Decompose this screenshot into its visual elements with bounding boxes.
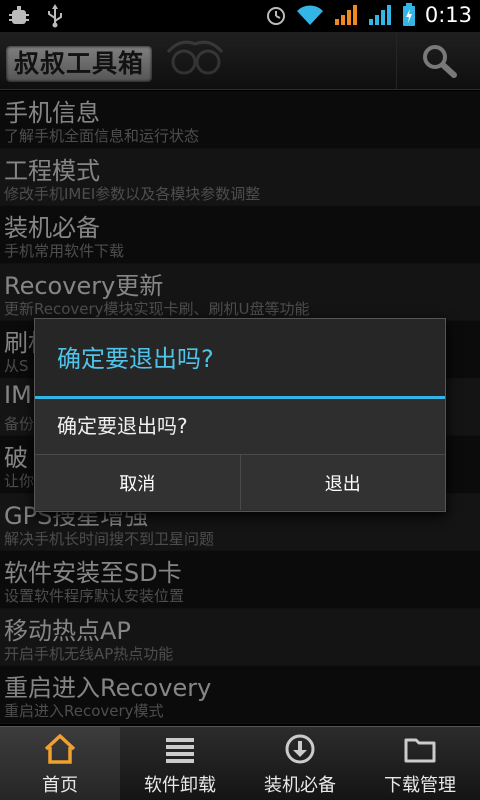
alarm-icon: [266, 7, 285, 25]
tab-label: 软件卸载: [144, 775, 216, 796]
tab-label: 装机必备: [264, 775, 336, 796]
home-icon: [44, 734, 76, 764]
list-icon: [166, 738, 194, 763]
signal-blue-icon: [368, 5, 391, 25]
tab-uninstall[interactable]: 软件卸载: [120, 727, 240, 800]
dialog-title: 确定要退出吗?: [35, 319, 445, 399]
exit-button[interactable]: 退出: [239, 455, 446, 510]
tab-essential-apps[interactable]: 装机必备: [240, 727, 360, 800]
tab-label: 下载管理: [384, 775, 456, 796]
usb-icon: [48, 4, 62, 28]
signal-orange-icon: [334, 5, 357, 25]
exit-dialog: 确定要退出吗? 确定要退出吗? 取消 退出: [34, 318, 446, 512]
bottom-tab-bar: 首页 软件卸载 装机必备 下载管理: [0, 726, 480, 800]
folder-icon: [404, 738, 436, 763]
cancel-button[interactable]: 取消: [35, 455, 240, 510]
clock-time: 0:13: [424, 3, 472, 27]
dialog-message: 确定要退出吗?: [35, 399, 445, 454]
wifi-icon: [296, 5, 323, 25]
dialog-button-row: 取消 退出: [35, 454, 445, 510]
debug-icon: [9, 6, 29, 24]
battery-charging-icon: [402, 3, 415, 26]
download-circle-icon: [285, 734, 315, 764]
tab-label: 首页: [42, 775, 78, 796]
tab-download-manager[interactable]: 下载管理: [360, 727, 480, 800]
status-bar: 0:13: [0, 0, 480, 32]
tab-home[interactable]: 首页: [0, 727, 120, 800]
